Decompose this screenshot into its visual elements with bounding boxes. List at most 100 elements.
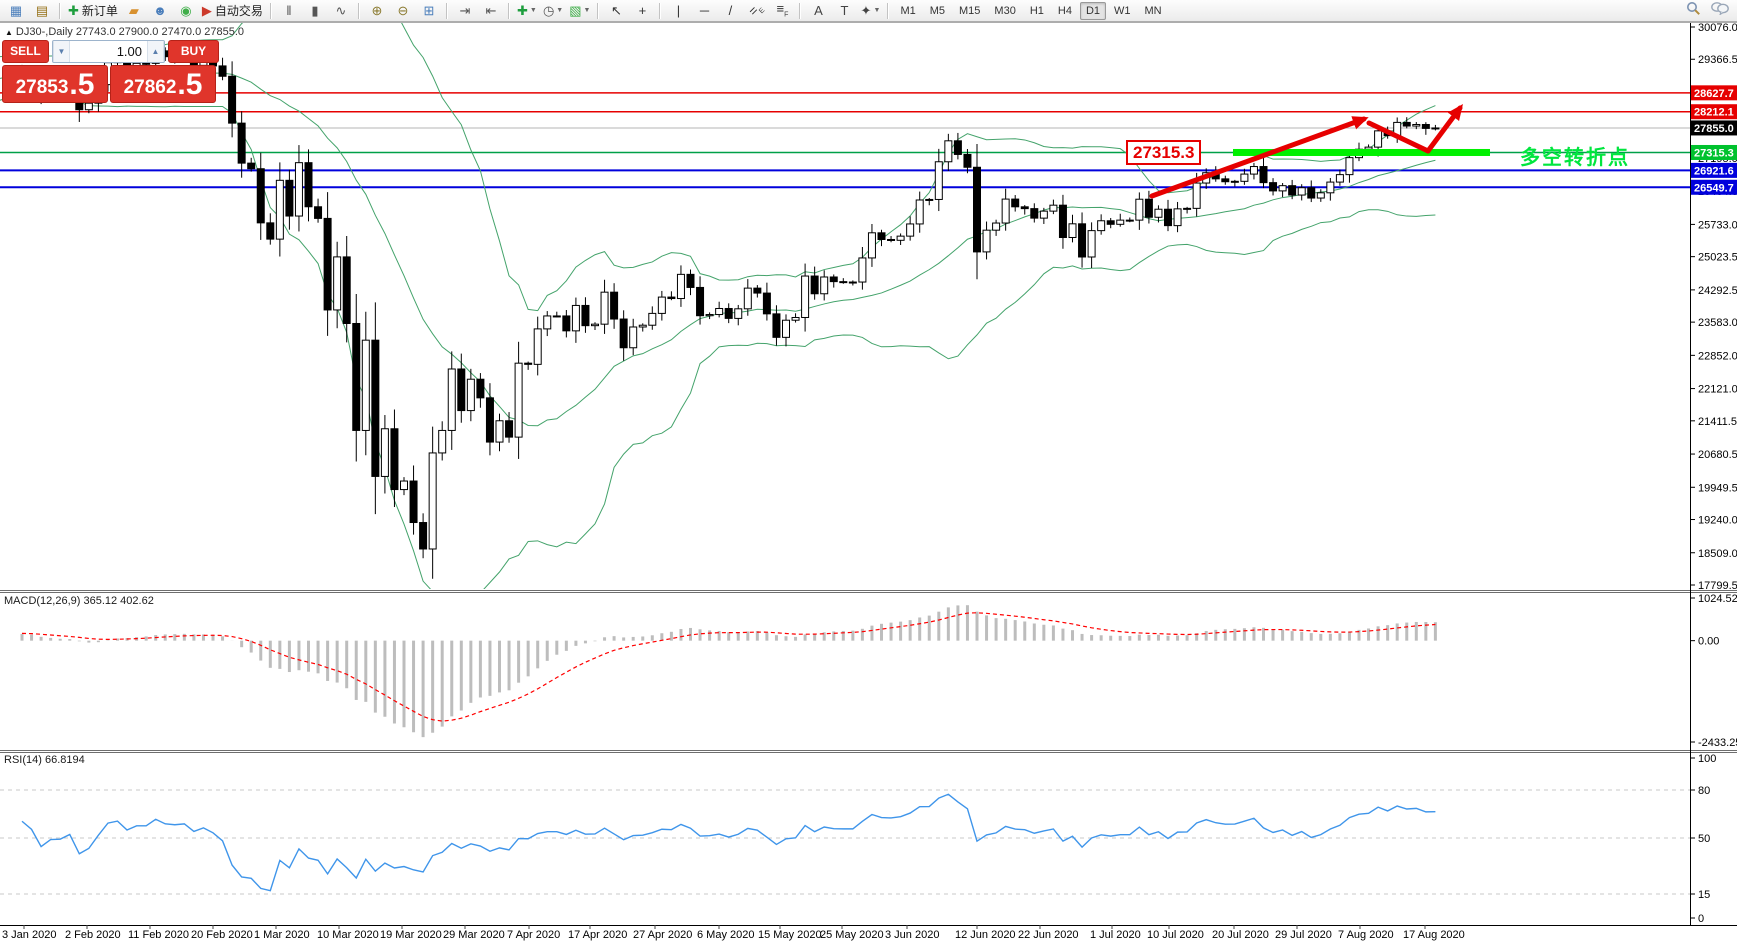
toolbar-separator <box>358 3 360 19</box>
cursor-icon: ↖ <box>611 4 622 17</box>
svg-text:11 Feb 2020: 11 Feb 2020 <box>128 929 189 941</box>
rsi-indicator-label: RSI(14) 66.8194 <box>4 754 85 766</box>
chart-shift-button[interactable]: ⇤ <box>479 2 503 20</box>
svg-text:27315.3: 27315.3 <box>1694 147 1734 159</box>
mt4-window: ▦▤✚新订单▰☻◉▶自动交易‖▮∿⊕⊖⊞⇥⇤✚▼◷▼▧▼↖+|─/=E≡FAT✦… <box>0 0 1737 944</box>
toolbar-separator <box>508 3 510 19</box>
chat-icon[interactable] <box>1711 1 1729 20</box>
svg-text:20 Feb 2020: 20 Feb 2020 <box>191 929 253 941</box>
new-order-button[interactable]: ✚新订单 <box>66 2 120 20</box>
zoom-out-button[interactable]: ⊖ <box>391 2 415 20</box>
candlestick-mode-button[interactable]: ▮ <box>303 2 327 20</box>
timeframe-m5-button[interactable]: M5 <box>924 2 951 20</box>
turning-point-note[interactable]: 多空转折点 <box>1520 141 1630 170</box>
signals-button[interactable]: ◉ <box>174 2 198 20</box>
chart-canvas[interactable]: 30076.029366.527195.026464.025733.025023… <box>0 0 1737 944</box>
sell-price-button[interactable]: 27853 .5 <box>2 65 108 103</box>
price-level-annotation[interactable]: 27315.3 <box>1126 140 1201 165</box>
toolbar-separator <box>446 3 448 19</box>
profiles-button[interactable]: ▤ <box>30 2 54 20</box>
svg-text:20680.5: 20680.5 <box>1698 449 1737 461</box>
svg-text:1 Mar 2020: 1 Mar 2020 <box>254 929 310 941</box>
expert-advisors-button[interactable]: ☻ <box>148 2 172 20</box>
timeframe-m15-button[interactable]: M15 <box>953 2 986 20</box>
vertical-line-button[interactable]: | <box>666 2 690 20</box>
trade-panel-prices: 27853 .5 27862 .5 <box>2 65 219 103</box>
buy-button[interactable]: BUY <box>168 40 219 63</box>
horizontal-line-button[interactable]: ─ <box>692 2 716 20</box>
bar-chart-mode-button[interactable]: ‖ <box>277 2 301 20</box>
candles <box>19 43 1439 578</box>
toolbar-separator <box>799 3 801 19</box>
autotrading-button[interactable]: ▶自动交易 <box>200 2 265 20</box>
equidistant-channel-button[interactable]: =E <box>744 2 768 20</box>
svg-text:1024.52: 1024.52 <box>1698 593 1737 605</box>
auto-scroll-button[interactable]: ⇥ <box>453 2 477 20</box>
indicators-dropdown-icon[interactable]: ▼ <box>530 7 537 14</box>
svg-text:27 Apr 2020: 27 Apr 2020 <box>633 929 692 941</box>
svg-text:29 Mar 2020: 29 Mar 2020 <box>443 929 505 941</box>
collapse-panel-icon[interactable]: ▲ <box>5 28 13 37</box>
arrows-tool-dropdown-icon[interactable]: ▼ <box>873 7 880 14</box>
periods-dropdown-icon[interactable]: ▼ <box>556 7 563 14</box>
svg-text:25023.5: 25023.5 <box>1698 252 1737 264</box>
svg-text:23583.0: 23583.0 <box>1698 317 1737 329</box>
auto-scroll-icon: ⇥ <box>459 4 470 17</box>
zoom-in-icon: ⊕ <box>371 4 382 17</box>
arrows-tool-button[interactable]: ✦▼ <box>858 2 882 20</box>
templates-button[interactable]: ▧▼ <box>567 2 592 20</box>
text-label-button[interactable]: T <box>832 2 856 20</box>
eraser-button[interactable]: ▰ <box>122 2 146 20</box>
new-chart-button[interactable]: ▦ <box>4 2 28 20</box>
crosshair-icon: + <box>639 4 647 17</box>
date-axis-labels: 3 Jan 20202 Feb 202011 Feb 202020 Feb 20… <box>2 925 1465 941</box>
toolbar-items: ▦▤✚新订单▰☻◉▶自动交易‖▮∿⊕⊖⊞⇥⇤✚▼◷▼▧▼↖+|─/=E≡FAT✦… <box>3 0 1169 22</box>
chart-symbol-title: ▲DJ30-,Daily 27743.0 27900.0 27470.0 278… <box>5 26 244 38</box>
timeframe-m30-button[interactable]: M30 <box>988 2 1021 20</box>
trendline-button[interactable]: / <box>718 2 742 20</box>
text-button[interactable]: A <box>806 2 830 20</box>
svg-text:17799.5: 17799.5 <box>1698 580 1737 592</box>
volume-decrease-button[interactable]: ▼ <box>53 41 70 62</box>
sell-button[interactable]: SELL <box>2 40 49 63</box>
timeframe-h4-button[interactable]: H4 <box>1052 2 1078 20</box>
indicators-button[interactable]: ✚▼ <box>515 2 539 20</box>
indicators-icon: ✚ <box>517 4 528 17</box>
crosshair-button[interactable]: + <box>630 2 654 20</box>
timeframe-d1-button[interactable]: D1 <box>1080 2 1106 20</box>
svg-text:29 Jul 2020: 29 Jul 2020 <box>1275 929 1332 941</box>
vertical-line-icon: | <box>677 4 680 17</box>
svg-text:20 Jul 2020: 20 Jul 2020 <box>1212 929 1269 941</box>
periods-icon: ◷ <box>543 4 554 17</box>
volume-increase-button[interactable]: ▲ <box>147 41 164 62</box>
svg-text:19949.5: 19949.5 <box>1698 482 1737 494</box>
line-chart-mode-button[interactable]: ∿ <box>329 2 353 20</box>
volume-stepper: ▼ ▲ <box>52 40 165 63</box>
svg-text:7 Aug 2020: 7 Aug 2020 <box>1338 929 1394 941</box>
svg-text:3 Jan 2020: 3 Jan 2020 <box>2 929 56 941</box>
svg-text:19240.0: 19240.0 <box>1698 515 1737 527</box>
svg-text:15: 15 <box>1698 889 1710 901</box>
timeframe-h1-button[interactable]: H1 <box>1024 2 1050 20</box>
buy-price-main: 27862 <box>124 78 177 97</box>
timeframe-m1-button[interactable]: M1 <box>894 2 921 20</box>
volume-input[interactable] <box>70 41 147 62</box>
buy-price-button[interactable]: 27862 .5 <box>110 65 216 103</box>
svg-text:22121.0: 22121.0 <box>1698 384 1737 396</box>
macd-pane <box>22 605 1435 737</box>
toolbar: ▦▤✚新订单▰☻◉▶自动交易‖▮∿⊕⊖⊞⇥⇤✚▼◷▼▧▼↖+|─/=E≡FAT✦… <box>0 0 1737 22</box>
periods-button[interactable]: ◷▼ <box>541 2 565 20</box>
search-icon[interactable] <box>1686 1 1701 21</box>
cursor-button[interactable]: ↖ <box>604 2 628 20</box>
svg-text:6 May 2020: 6 May 2020 <box>697 929 754 941</box>
templates-dropdown-icon[interactable]: ▼ <box>584 7 591 14</box>
timeframe-mn-button[interactable]: MN <box>1139 2 1168 20</box>
fibonacci-button[interactable]: ≡F <box>770 2 794 20</box>
chart-shift-icon: ⇤ <box>485 4 496 17</box>
tile-windows-button[interactable]: ⊞ <box>417 2 441 20</box>
zoom-in-button[interactable]: ⊕ <box>365 2 389 20</box>
svg-text:30076.0: 30076.0 <box>1698 22 1737 34</box>
zoom-out-icon: ⊖ <box>397 4 408 17</box>
timeframe-w1-button[interactable]: W1 <box>1108 2 1137 20</box>
new-chart-icon: ▦ <box>10 4 22 17</box>
